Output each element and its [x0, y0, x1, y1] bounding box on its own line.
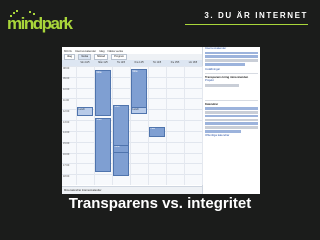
text-line: [205, 83, 239, 87]
header-item[interactable]: Nästa vecka: [108, 49, 123, 53]
day-column-separator: [184, 66, 185, 185]
title-underline: [185, 24, 308, 25]
text-line: [205, 111, 258, 114]
text-line: [205, 51, 258, 55]
hour-label: 18:00: [63, 174, 70, 178]
hour-label: 13:00: [63, 120, 70, 124]
hour-label: 16:00: [63, 153, 70, 157]
hour-gridline: [62, 66, 202, 67]
hour-gridline: [62, 174, 202, 176]
public-calendars-link[interactable]: Offentliga kalendrar: [203, 133, 260, 137]
hour-gridline: [62, 152, 202, 154]
hour-label: 11:00: [63, 98, 70, 102]
calendar-header: Mitt liv Internet-kalender Idag Nästa ve…: [62, 47, 202, 54]
text-line: [205, 62, 245, 66]
hour-label: 10:00: [63, 88, 70, 92]
calendar-event[interactable]: Möte: [95, 70, 111, 116]
section-title: 3. DU ÄR INTERNET: [204, 11, 308, 20]
calendar-grid[interactable]: 08:00 09:00 10:00 11:00 12:00 13:00 14:00 15:00…: [62, 66, 203, 185]
text-line: [205, 118, 258, 122]
text-line: [205, 55, 258, 58]
hour-label: 17:00: [63, 163, 70, 167]
text-line: [205, 122, 258, 126]
project-link[interactable]: Projekt: [203, 78, 260, 82]
calendar-event[interactable]: Jobb: [95, 117, 111, 172]
day-column-separator: [166, 66, 167, 185]
calendar-event[interactable]: Fika: [149, 126, 165, 138]
text-line: [205, 114, 258, 118]
header-item[interactable]: Internet-kalender: [75, 49, 96, 53]
hour-gridline: [62, 141, 202, 143]
hour-label: 15:00: [63, 142, 70, 146]
hour-label: 12:00: [63, 109, 70, 113]
hour-gridline: [62, 120, 202, 122]
hour-label: 14:00: [63, 131, 70, 135]
calendars-heading: Kalendrar: [205, 101, 219, 106]
text-line: [205, 126, 258, 129]
logo-text: mindpark: [7, 14, 74, 33]
calendar-panel: Mitt liv Internet-kalender Idag Nästa ve…: [62, 47, 203, 194]
sidebar-top-link[interactable]: Internet-kalender: [203, 47, 260, 50]
header-item[interactable]: Idag: [99, 49, 104, 53]
calendar-event[interactable]: Möte: [113, 144, 129, 153]
day-column-separator: [76, 66, 77, 185]
text-line: [205, 107, 258, 110]
hour-label: 08:00: [63, 66, 70, 70]
calendar-screenshot: Mitt liv Internet-kalender Idag Nästa ve…: [62, 47, 260, 194]
day-column-separator: [148, 66, 149, 185]
settings-link[interactable]: Inställningar: [203, 67, 260, 71]
mindpark-logo: mindpark: [7, 10, 75, 33]
slide-caption: Transparens vs. integritet: [68, 195, 252, 212]
calendar-status-bar: Mina kalendrar Internet-kalender: [62, 186, 202, 194]
hour-gridline: [62, 163, 202, 165]
calendar-event[interactable]: Lunch: [77, 107, 93, 116]
hour-label: 09:00: [63, 77, 70, 81]
divider: [205, 72, 258, 74]
calendar-event[interactable]: Lunch: [131, 107, 147, 114]
hour-gridline: [62, 130, 202, 132]
divider: [205, 99, 258, 101]
calendar-event[interactable]: Jobb: [113, 104, 129, 177]
calendar-sidebar: Internet-kalender Inställningar Transpar…: [203, 47, 260, 194]
text-line: [205, 59, 258, 62]
header-item[interactable]: Mitt liv: [64, 49, 72, 53]
